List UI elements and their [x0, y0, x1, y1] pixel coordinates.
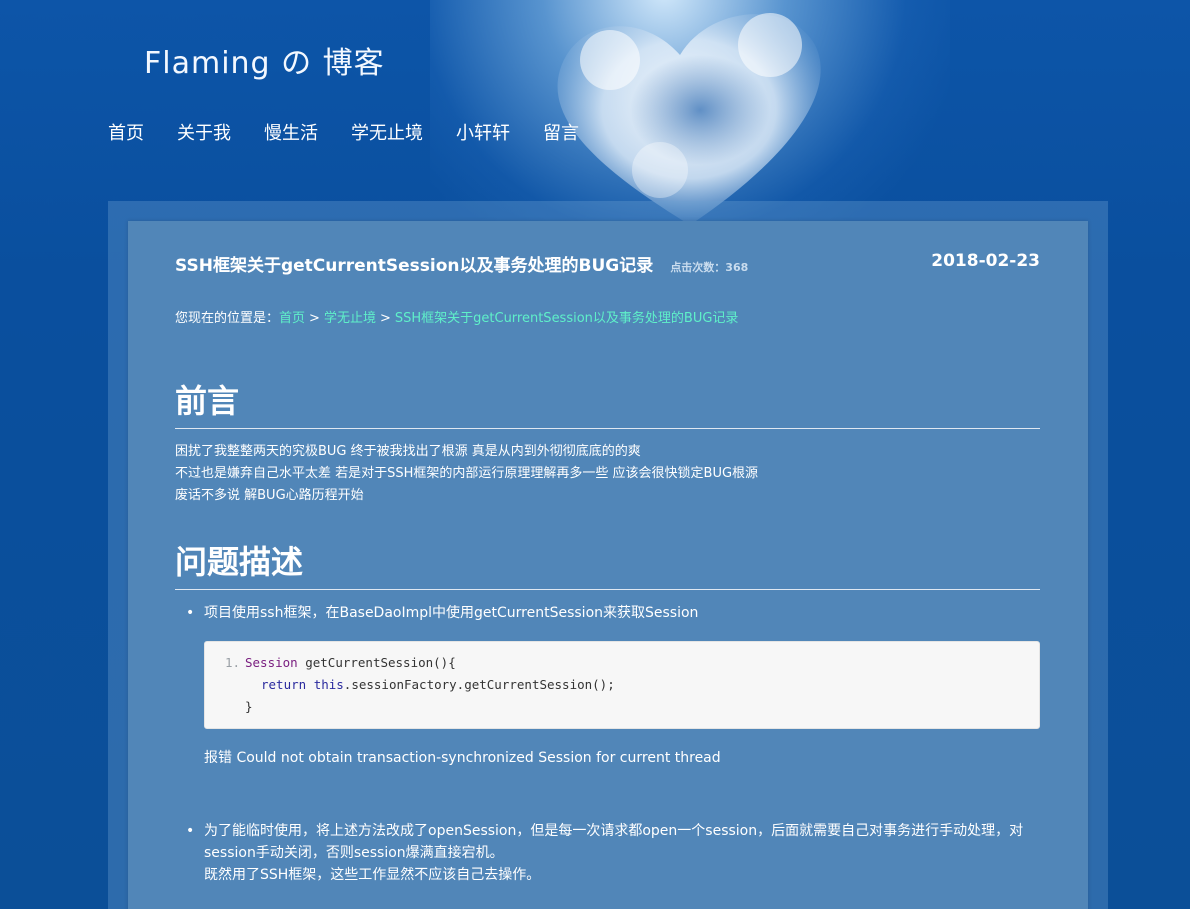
article-title: SSH框架关于getCurrentSession以及事务处理的BUG记录 — [175, 256, 654, 276]
bullet-text: 项目使用ssh框架，在BaseDaoImpl中使用getCurrentSessi… — [204, 605, 699, 621]
error-message-text: 报错 Could not obtain transaction-synchron… — [204, 750, 721, 766]
preface-paragraph: 困扰了我整整两天的究极BUG 终于被我找出了根源 真是从内到外彻彻底底的的爽 不… — [175, 441, 758, 507]
nav-item-learning[interactable]: 学无止境 — [351, 119, 423, 145]
code-text: getCurrentSession(){ — [297, 655, 456, 670]
breadcrumb-separator: > — [309, 311, 320, 326]
bullet-text: 为了能临时使用，将上述方法改成了openSession，但是每一次请求都open… — [204, 823, 1024, 839]
problem-heading: 问题描述 — [175, 537, 1040, 590]
article-date: 2018-02-23 — [931, 251, 1040, 271]
nav-item-home[interactable]: 首页 — [108, 119, 144, 145]
bullet-text: session手动关闭，否则session爆满直接宕机。 — [204, 845, 504, 861]
code-keyword-token: return — [261, 677, 307, 692]
article-hit-count: 点击次数：368 — [670, 261, 749, 274]
preface-heading: 前言 — [175, 376, 1040, 429]
code-this-token: this — [313, 677, 344, 692]
breadcrumb-separator: > — [379, 311, 391, 326]
nav-item-about[interactable]: 关于我 — [177, 119, 231, 145]
nav-item-slow-life[interactable]: 慢生活 — [264, 119, 318, 145]
main-nav: 首页 关于我 慢生活 学无止境 小轩轩 留言 — [108, 119, 612, 145]
breadcrumb: 您现在的位置是：首页 > 学无止境 > SSH框架关于getCurrentSession… — [175, 307, 738, 326]
code-line: return this.sessionFactory.getCurrentSes… — [261, 674, 615, 696]
breadcrumb-current-link[interactable]: SSH框架关于getCurrentSession以及事务处理的BUG记录 — [395, 311, 739, 326]
preface-line: 废话不多说 解BUG心路历程开始 — [175, 488, 364, 503]
code-text: .sessionFactory.getCurrentSession(); — [343, 677, 615, 692]
article-header: SSH框架关于getCurrentSession以及事务处理的BUG记录 点击次… — [175, 251, 1040, 276]
code-type-token: Session — [245, 655, 298, 670]
preface-line: 不过也是嫌弃自己水平太差 若是对于SSH框架的内部运行原理理解再多一些 应该会很… — [175, 466, 759, 481]
bullet-text: 既然用了SSH框架，这些工作显然不应该自己去操作。 — [204, 867, 541, 883]
heart-cloud-image — [557, 13, 821, 226]
code-text: } — [245, 699, 253, 714]
nav-item-guestbook[interactable]: 留言 — [543, 119, 579, 145]
code-line: 1. Session getCurrentSession(){ — [225, 652, 456, 674]
preface-line: 困扰了我整整两天的究极BUG 终于被我找出了根源 真是从内到外彻彻底底的的爽 — [175, 444, 641, 459]
code-block: 1. Session getCurrentSession(){ return th… — [204, 641, 1040, 729]
nav-item-xiaoxuan[interactable]: 小轩轩 — [456, 119, 510, 145]
site-title[interactable]: Flaming の 博客 — [144, 38, 385, 82]
breadcrumb-category-link[interactable]: 学无止境 — [324, 311, 376, 326]
list-item: 项目使用ssh框架，在BaseDaoImpl中使用getCurrentSessi… — [186, 602, 1064, 624]
list-item: 为了能临时使用，将上述方法改成了openSession，但是每一次请求都open… — [186, 820, 1064, 886]
article-panel: SSH框架关于getCurrentSession以及事务处理的BUG记录 点击次… — [128, 221, 1088, 909]
code-line: } — [245, 696, 253, 718]
breadcrumb-home-link[interactable]: 首页 — [279, 311, 305, 326]
breadcrumb-prefix: 您现在的位置是： — [175, 311, 280, 326]
code-line-number: 1. — [225, 655, 241, 670]
